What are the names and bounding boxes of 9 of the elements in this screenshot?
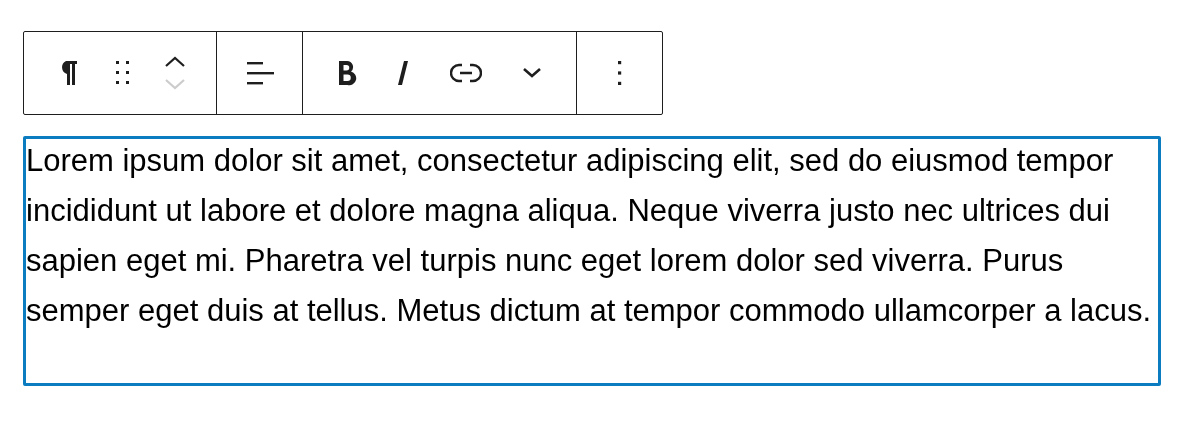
chevron-down-icon bbox=[521, 67, 542, 79]
bold-icon bbox=[337, 60, 358, 86]
italic-icon bbox=[397, 60, 410, 86]
drag-handle-icon bbox=[115, 60, 131, 86]
more-vertical-icon bbox=[616, 60, 623, 86]
paragraph-block[interactable] bbox=[23, 136, 1161, 386]
link-icon bbox=[449, 63, 482, 83]
paragraph-text: Lorem ipsum dolor sit amet, consectetur adipiscing elit, sed do eiusmod tempor incididunt ut labore et dolore magna aliqua. Neque viverra justo nec ultrices dui sapien eget mi. Pharetra vel turpis nunc eget lorem dolor sed viverra. Purus semper eget duis at tellus. Metus dictum at tempor commodo ullamcorper a lacus. bbox=[26, 142, 1153, 330]
align-left-icon bbox=[245, 59, 274, 87]
